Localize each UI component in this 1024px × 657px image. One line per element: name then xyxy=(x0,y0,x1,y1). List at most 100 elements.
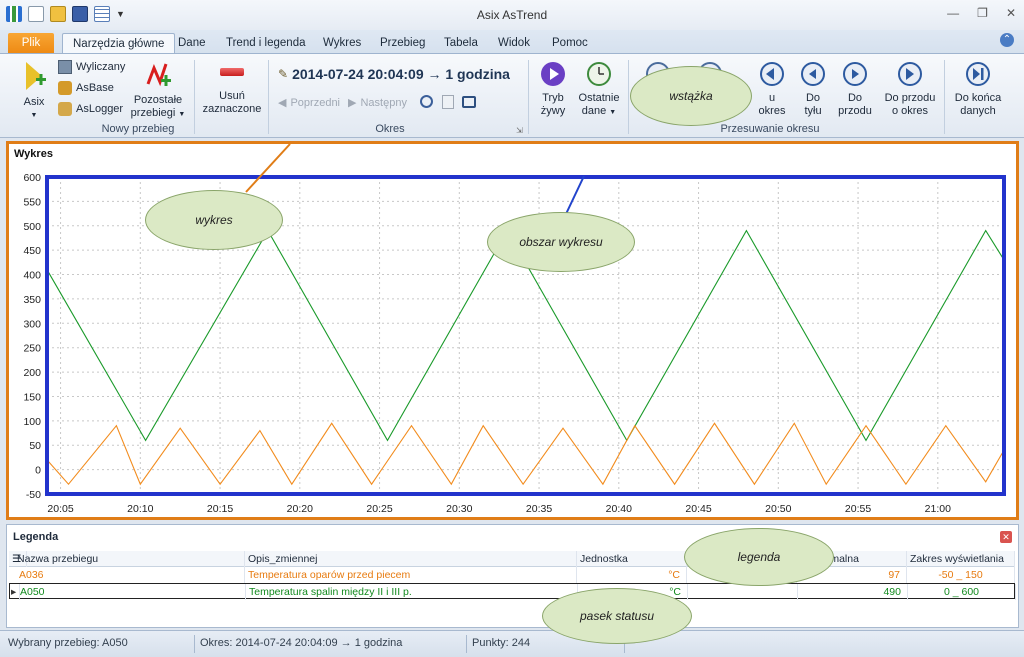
status-points: Punkty: 244 xyxy=(472,637,531,649)
y-tick-label: 600 xyxy=(23,172,41,184)
legend-cell-max: 490 xyxy=(798,584,908,600)
clock-to-end-icon xyxy=(966,62,990,86)
maximize-icon[interactable]: ❐ xyxy=(977,6,988,20)
ribbon-separator xyxy=(628,60,629,134)
minimize-icon[interactable]: — xyxy=(947,6,959,20)
clock-refresh-icon xyxy=(587,62,611,86)
dialog-launcher-icon[interactable]: ⇲ xyxy=(516,126,523,135)
y-tick-label: 550 xyxy=(23,196,41,208)
asbase-button[interactable]: AsBase xyxy=(58,81,114,95)
do-konca-danych-button[interactable]: Do końca danych xyxy=(950,60,1006,118)
legend-close-icon[interactable]: ✕ xyxy=(1000,531,1012,543)
asix-add-icon xyxy=(26,62,46,90)
clock-back-icon xyxy=(760,62,784,86)
poprzedni-button[interactable]: ◀ Poprzedni xyxy=(278,96,340,110)
window-controls: — ❐ ✕ xyxy=(947,6,1016,20)
y-tick-label: 100 xyxy=(23,416,41,428)
period-text: 2014-07-24 20:04:09 → 1 godzina xyxy=(292,66,510,82)
status-bar: Wybrany przebieg: A050 Okres: 2014-07-24… xyxy=(0,630,1024,657)
ribbon-separator xyxy=(194,60,195,134)
remove-icon xyxy=(220,68,244,76)
do-przodu-button[interactable]: Do przodu xyxy=(836,60,874,118)
legend-cell-range: -50 _ 150 xyxy=(907,567,1015,583)
y-tick-label: 250 xyxy=(23,343,41,355)
group-label-przesuwanie-okresu: Przesuwanie okresu xyxy=(720,123,820,135)
y-tick-label: 0 xyxy=(35,465,41,477)
ribbon-tabs: Plik Narzędzia główne Dane Trend i legen… xyxy=(0,30,1024,53)
column-header-zakres[interactable]: Zakres wyświetlania xyxy=(907,551,1015,567)
status-separator xyxy=(466,635,467,653)
aslogger-button[interactable]: AsLogger xyxy=(58,102,123,116)
x-tick-label: 20:15 xyxy=(207,503,233,515)
callout-wstazka: wstążka xyxy=(630,66,752,126)
tab-trend-i-legenda[interactable]: Trend i legenda xyxy=(216,33,316,53)
database-add-icon xyxy=(58,81,72,95)
y-tick-label: 450 xyxy=(23,245,41,257)
column-header-nazwa[interactable]: Nazwa przebiegu xyxy=(9,551,245,567)
trend-add-icon xyxy=(146,63,171,87)
ribbon-separator xyxy=(528,60,529,134)
nastepny-button[interactable]: ▶ Następny xyxy=(348,96,407,110)
ribbon-separator xyxy=(268,60,269,134)
calendar-edit-icon: ✎ xyxy=(278,67,289,81)
play-icon xyxy=(541,62,565,86)
x-tick-label: 20:40 xyxy=(606,503,632,515)
x-tick-label: 20:20 xyxy=(287,503,313,515)
y-tick-label: 300 xyxy=(23,318,41,330)
ribbon: Asix ▼ Wyliczany AsBase AsLogger Pozosta… xyxy=(0,53,1024,138)
status-separator xyxy=(194,635,195,653)
ostatnie-dane-button[interactable]: Ostatnie dane ▼ xyxy=(576,60,622,119)
asix-button[interactable]: Asix ▼ xyxy=(16,60,52,122)
camera-icon[interactable] xyxy=(462,96,476,108)
ribbon-collapse-icon[interactable]: ⌃ xyxy=(1000,33,1014,47)
y-tick-label: 200 xyxy=(23,367,41,379)
legend-cell-desc: Temperatura oparów przed piecem xyxy=(245,567,577,583)
usun-zaznaczone-button[interactable]: Usuń zaznaczone xyxy=(200,68,264,116)
tab-tabela[interactable]: Tabela xyxy=(434,33,488,53)
tab-widok[interactable]: Widok xyxy=(488,33,540,53)
tab-plik[interactable]: Plik xyxy=(8,33,54,53)
tab-narzedzia-glowne[interactable]: Narzędzia główne xyxy=(62,33,176,53)
period-selector[interactable]: ✎ 2014-07-24 20:04:09 → 1 godzina xyxy=(278,66,510,82)
tab-przebieg[interactable]: Przebieg xyxy=(370,33,435,53)
y-tick-label: 500 xyxy=(23,221,41,233)
legend-row-a050[interactable]: ▸ A050 Temperatura spalin między II i II… xyxy=(9,583,1016,600)
group-label-nowy-przebieg: Nowy przebieg xyxy=(101,123,175,135)
title-bar: ▼ Asix AsTrend — ❐ ✕ xyxy=(0,0,1024,30)
legend-row-a036[interactable]: A036 Temperatura oparów przed piecem °C … xyxy=(9,567,1015,583)
next-icon: ▶ xyxy=(348,97,357,109)
x-tick-label: 20:50 xyxy=(765,503,791,515)
link-icon[interactable] xyxy=(420,95,433,108)
tab-wykres[interactable]: Wykres xyxy=(313,33,371,53)
y-tick-label: -50 xyxy=(26,489,41,501)
wyliczany-button[interactable]: Wyliczany xyxy=(58,60,125,74)
legend-cell-range: 0 _ 600 xyxy=(908,584,1016,600)
do-tylu-okres-button[interactable]: u okres xyxy=(752,60,792,118)
x-tick-label: 20:05 xyxy=(47,503,73,515)
window-title: Asix AsTrend xyxy=(476,8,548,22)
column-header-jednostka[interactable]: Jednostka xyxy=(577,551,687,567)
chart-panel: Wykres 600 550 500 450 400 350 300 250 200 150 100… xyxy=(6,141,1019,520)
callout-pasek-statusu: pasek statusu xyxy=(542,588,692,644)
x-tick-label: 20:30 xyxy=(446,503,472,515)
x-tick-label: 20:35 xyxy=(526,503,552,515)
tab-pomoc[interactable]: Pomoc xyxy=(542,33,598,53)
dropdown-arrow-icon: ▼ xyxy=(30,112,38,119)
legend-panel: Legenda ✕ ☰ Nazwa przebiegu Opis_zmienne… xyxy=(6,524,1019,628)
calc-add-icon xyxy=(58,60,72,74)
copy-icon[interactable] xyxy=(442,95,454,109)
y-tick-label: 350 xyxy=(23,294,41,306)
do-przodu-o-okres-button[interactable]: Do przodu o okres xyxy=(880,60,940,118)
status-selected-series: Wybrany przebieg: A050 xyxy=(8,637,128,649)
legend-cell-unit: °C xyxy=(577,567,687,583)
do-tylu-button[interactable]: Do tyłu xyxy=(796,60,830,118)
tryb-zywy-button[interactable]: Tryb żywy xyxy=(536,60,570,118)
x-tick-label: 21:00 xyxy=(925,503,951,515)
close-icon[interactable]: ✕ xyxy=(1006,6,1016,20)
dropdown-arrow-icon: ▼ xyxy=(609,109,617,116)
clock-forward-period-icon xyxy=(898,62,922,86)
pozostale-przebiegi-button[interactable]: Pozostałe przebiegi ▼ xyxy=(130,60,186,121)
tab-dane[interactable]: Dane xyxy=(168,33,216,53)
column-header-opis[interactable]: Opis_zmiennej xyxy=(245,551,577,567)
legend-cell-min xyxy=(688,584,798,600)
